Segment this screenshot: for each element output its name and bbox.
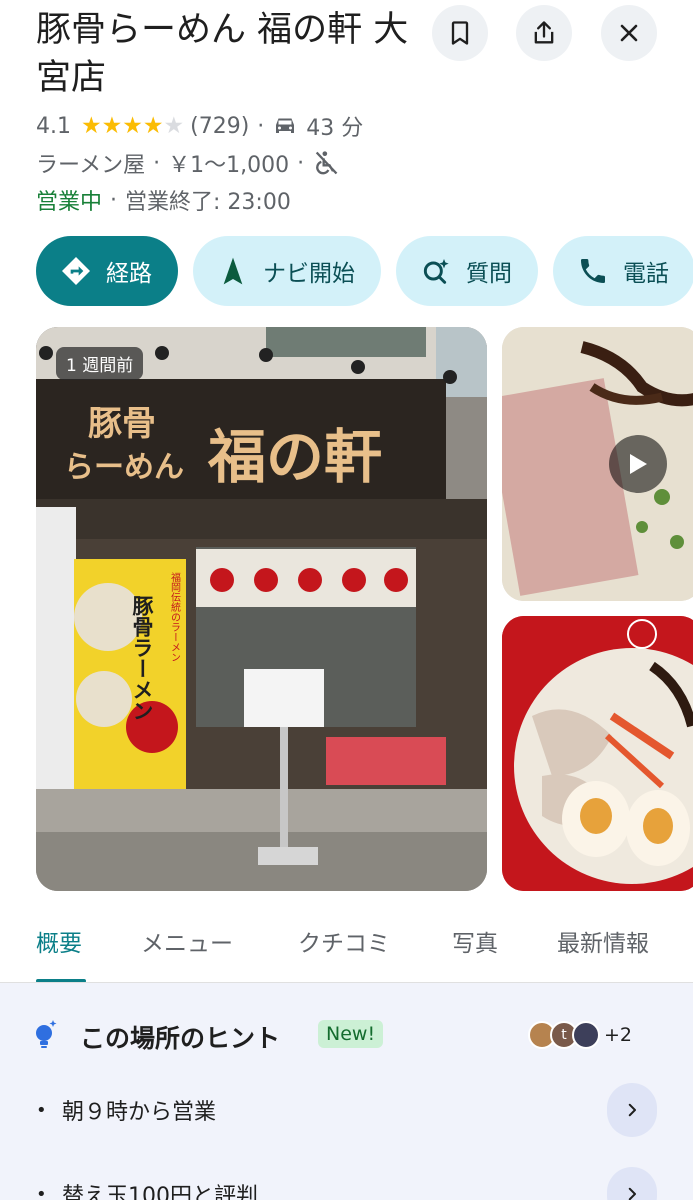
- start-navigation-button[interactable]: ナビ開始: [193, 236, 381, 306]
- place-tabs: 概要 メニュー クチコミ 写真 最新情報: [0, 912, 693, 983]
- place-title: 豚骨らーめん 福の軒 大宮店: [36, 10, 409, 98]
- price-range: ￥1～1,000: [168, 153, 290, 178]
- hint-item[interactable]: • 替え玉100円と評判: [36, 1166, 657, 1200]
- ramen-bowl-image: [502, 616, 693, 891]
- navigation-icon: [223, 257, 243, 285]
- storefront-illustration: 豚骨 らーめん 福の軒 豚骨ラーメン 福岡伝統のラーメン: [36, 327, 487, 891]
- sign-text-tonkotsu: 豚骨: [88, 404, 156, 444]
- ask-icon: [423, 259, 449, 284]
- play-icon: [630, 454, 647, 474]
- new-badge: New!: [318, 1020, 384, 1048]
- more-contributors-count: +2: [604, 1024, 633, 1046]
- call-button[interactable]: 電話: [553, 236, 693, 306]
- bookmark-icon: [451, 21, 469, 45]
- directions-icon: [62, 257, 90, 285]
- play-button[interactable]: [609, 435, 667, 493]
- video-thumbnail[interactable]: [502, 327, 693, 601]
- chevron-right-icon: [628, 1103, 636, 1117]
- star-icon: ★: [122, 112, 143, 139]
- separator: ·: [257, 113, 265, 139]
- not-wheelchair-accessible-icon: [315, 151, 338, 175]
- separator: ·: [110, 187, 118, 213]
- star-icon: ★: [81, 112, 102, 139]
- hints-title: この場所のヒント: [80, 1024, 281, 1053]
- category: ラーメン屋: [36, 153, 146, 178]
- rating-value: 4.1: [36, 113, 71, 139]
- close-button[interactable]: [601, 5, 657, 61]
- banner-text-tonkotsu-ramen: 豚骨ラーメン: [130, 595, 154, 721]
- tab-overview[interactable]: 概要: [36, 924, 82, 958]
- review-count: (729): [190, 113, 250, 139]
- sign-text-ramen: らーめん: [64, 450, 184, 485]
- separator: ·: [153, 150, 161, 176]
- star-icon: ★: [163, 112, 185, 139]
- chevron-right-icon: [628, 1187, 636, 1200]
- share-icon: [534, 21, 554, 44]
- ramen-photo[interactable]: [502, 616, 693, 891]
- navigation-label: ナビ開始: [263, 261, 355, 287]
- star-icon: ★: [101, 112, 123, 139]
- closing-time: 営業終了: 23:00: [125, 190, 291, 215]
- rating-stars: ★ ★ ★ ★ ★: [81, 112, 185, 139]
- action-chips: 経路 ナビ開始 質問 電話: [36, 236, 693, 306]
- bullet: •: [36, 1099, 47, 1121]
- share-button[interactable]: [516, 5, 572, 61]
- drive-time: 43 分: [306, 116, 364, 141]
- open-status: 営業中: [36, 190, 103, 215]
- ask-label: 質問: [466, 261, 512, 287]
- banner-side-text: 福岡伝統のラーメン: [169, 571, 181, 662]
- sign-text-fukunoken: 福の軒: [207, 423, 382, 491]
- hint-expand-button[interactable]: [607, 1167, 657, 1200]
- directions-label: 経路: [106, 261, 152, 287]
- tab-reviews[interactable]: クチコミ: [298, 924, 390, 958]
- car-icon: [276, 118, 295, 133]
- close-icon: [620, 24, 638, 42]
- storefront-photo[interactable]: 豚骨 らーめん 福の軒 豚骨ラーメン 福岡伝統のラーメン 1 週間前: [36, 327, 487, 891]
- phone-icon: [581, 259, 605, 283]
- save-button[interactable]: [432, 5, 488, 61]
- category-row: ラーメン屋 · ￥1～1,000 ·: [36, 147, 340, 179]
- ai-spark-icon: [36, 1020, 57, 1048]
- avatar: [572, 1021, 600, 1049]
- separator: ·: [297, 150, 305, 176]
- hint-item[interactable]: • 朝９時から営業: [36, 1082, 657, 1138]
- tab-updates[interactable]: 最新情報: [557, 924, 649, 958]
- photo-age-badge: 1 週間前: [56, 347, 144, 380]
- hint-text: 替え玉100円と評判: [62, 1184, 258, 1200]
- hint-expand-button[interactable]: [607, 1083, 657, 1137]
- rating-row[interactable]: 4.1 ★ ★ ★ ★ ★ (729) · 43 分: [36, 110, 363, 142]
- place-hints-section: この場所のヒント New! t +2 • 朝９時から営業 • 替え玉100円と評…: [0, 983, 693, 1200]
- star-icon: ★: [142, 112, 164, 139]
- hours-row[interactable]: 営業中 · 営業終了: 23:00: [36, 184, 291, 216]
- contributor-avatars[interactable]: t +2: [528, 1021, 632, 1049]
- ask-button[interactable]: 質問: [396, 236, 538, 306]
- tab-photos[interactable]: 写真: [452, 924, 498, 958]
- hint-text: 朝９時から営業: [62, 1100, 217, 1125]
- call-label: 電話: [623, 261, 669, 287]
- tab-menu[interactable]: メニュー: [141, 924, 233, 958]
- bullet: •: [36, 1183, 47, 1200]
- directions-button[interactable]: 経路: [36, 236, 178, 306]
